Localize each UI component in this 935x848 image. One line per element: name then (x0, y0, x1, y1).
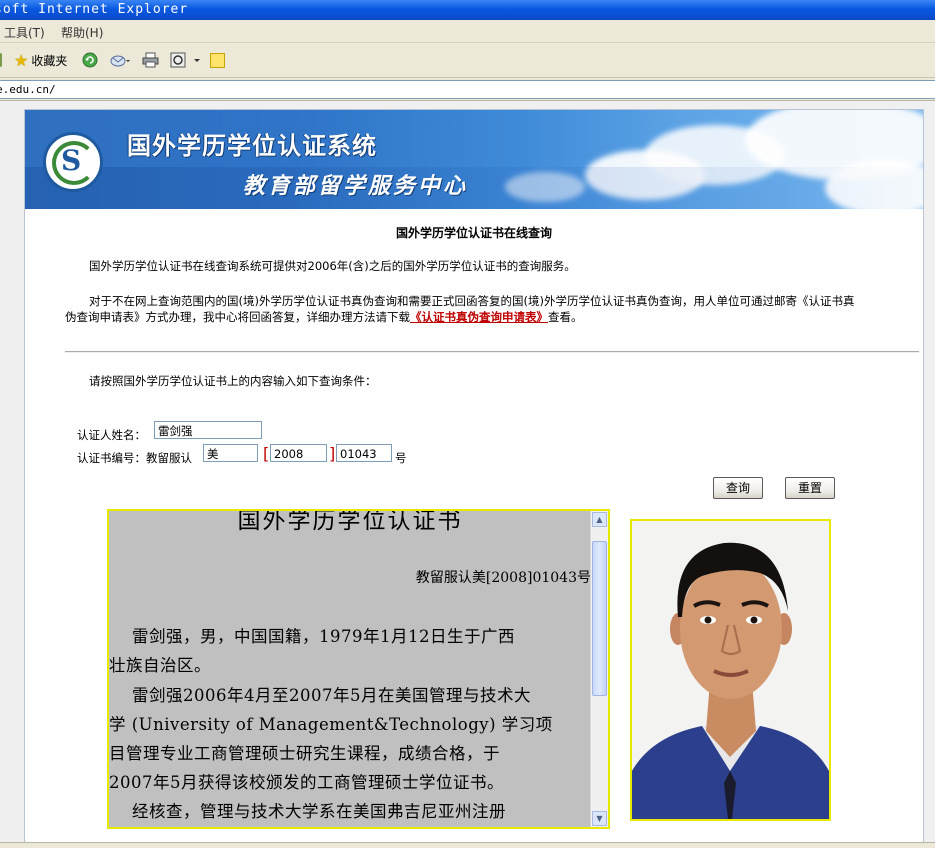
notice-line-1: 对于不在网上查询范围内的国(境)外学历学位认证书真伪查询和需要正式回函答复的国(… (89, 294, 855, 308)
scroll-down-icon[interactable]: ▼ (592, 811, 607, 826)
note-icon (210, 52, 225, 68)
bracket-open: [ (263, 444, 270, 463)
year-input[interactable]: 2008 (270, 444, 327, 462)
intro-text: 国外学历学位认证书在线查询系统可提供对2006年(含)之后的国外学历学位认证书的… (89, 259, 576, 273)
query-button[interactable]: 查询 (713, 477, 763, 499)
address-url: e.edu.cn/ (0, 83, 56, 96)
certificate-frame: 国外学历学位认证书 教留服认美[2008]01043号 雷剑强，男，中国国籍，1… (107, 509, 610, 829)
print-icon (142, 52, 159, 68)
banner-title: 国外学历学位认证系统 (127, 132, 377, 160)
scroll-thumb[interactable] (592, 541, 607, 696)
certificate-line: 雷剑强2006年4月至2007年5月在美国管理与技术大 (109, 686, 531, 705)
country-input[interactable]: 美 (203, 444, 258, 462)
page-title: 国外学历学位认证书在线查询 (395, 226, 552, 240)
browser-viewport: S 国外学历学位认证系统 教育部留学服务中心 国外学历学位认证书在线查询 国外学… (0, 101, 935, 842)
certificate-scrollbar[interactable]: ▲ ▼ (590, 511, 608, 827)
favorites-button[interactable]: ★ 收藏夹 (14, 50, 68, 70)
portrait-image (632, 521, 829, 819)
star-icon: ★ (14, 50, 29, 70)
certificate-title: 国外学历学位认证书 (237, 511, 463, 534)
print-button[interactable] (142, 51, 160, 69)
notice-line-2-end: 查看。 (548, 310, 583, 324)
certificate-line: 雷剑强，男，中国国籍，1979年1月12日生于广西 (109, 627, 515, 646)
note-button[interactable] (210, 51, 225, 69)
banner-subtitle: 教育部留学服务中心 (243, 174, 469, 199)
site-logo: S (43, 132, 103, 192)
window-title-bar: soft Internet Explorer (0, 0, 935, 20)
site-banner: S 国外学历学位认证系统 教育部留学服务中心 (25, 110, 923, 209)
certificate-number: 教留服认美[2008]01043号 (415, 570, 591, 586)
certificate-content: 国外学历学位认证书 教留服认美[2008]01043号 雷剑强，男，中国国籍，1… (109, 511, 591, 827)
certificate-line: 2007年5月获得该校颁发的工商管理硕士学位证书。 (109, 773, 504, 792)
query-prompt: 请按照国外学历学位认证书上的内容输入如下查询条件： (89, 374, 377, 388)
divider (65, 351, 919, 353)
certificate-line: 目管理专业工商管理硕士研究生课程，成绩合格，于 (109, 744, 500, 763)
certificate-line: 学 (University of Management&Technology) … (109, 715, 553, 734)
reset-button[interactable]: 重置 (785, 477, 835, 499)
page-container: S 国外学历学位认证系统 教育部留学服务中心 国外学历学位认证书在线查询 国外学… (24, 109, 924, 842)
toolbar: ★ 收藏夹 (0, 43, 935, 78)
application-form-download-link[interactable]: 《认证书真伪查询申请表》 (410, 310, 548, 324)
notice-line-2: 伪查询申请表》方式办理，我中心将回函答复，详细办理方法请下载《认证书真伪查询申请… (65, 309, 583, 326)
scroll-up-icon[interactable]: ▲ (592, 512, 607, 527)
certificate-line: 经核查，管理与技术大学系在美国弗吉尼亚州注册 (109, 802, 506, 821)
refresh-button[interactable] (82, 51, 98, 69)
notice-line-2-text: 伪查询申请表》方式办理，我中心将回函答复，详细办理方法请下载 (65, 310, 410, 324)
favorites-label: 收藏夹 (31, 53, 68, 68)
menu-help[interactable]: 帮助(H) (61, 24, 103, 41)
applicant-photo (630, 519, 831, 821)
menu-bar: 工具(T) 帮助(H) (0, 20, 935, 43)
name-input[interactable]: 雷剑强 (154, 421, 262, 439)
bracket-close: ] (329, 444, 336, 463)
menu-tools[interactable]: 工具(T) (4, 24, 45, 41)
address-bar: e.edu.cn/ (0, 78, 935, 101)
refresh-icon (82, 52, 98, 68)
address-input[interactable]: e.edu.cn/ (0, 80, 935, 99)
number-suffix: 号 (395, 451, 407, 465)
certificate-line: 壮族自治区。 (109, 656, 211, 675)
cert-number-label: 认证书编号：教留服认 (77, 451, 192, 465)
window-title: soft Internet Explorer (0, 2, 189, 17)
edit-button[interactable] (170, 51, 200, 69)
status-bar (0, 842, 935, 848)
number-input[interactable]: 01043 (336, 444, 392, 462)
name-label: 认证人姓名： (77, 428, 146, 442)
toolbar-cut-off-button[interactable] (0, 51, 2, 69)
mail-icon (110, 55, 130, 67)
edit-icon (170, 52, 200, 68)
mail-button[interactable] (110, 51, 130, 69)
